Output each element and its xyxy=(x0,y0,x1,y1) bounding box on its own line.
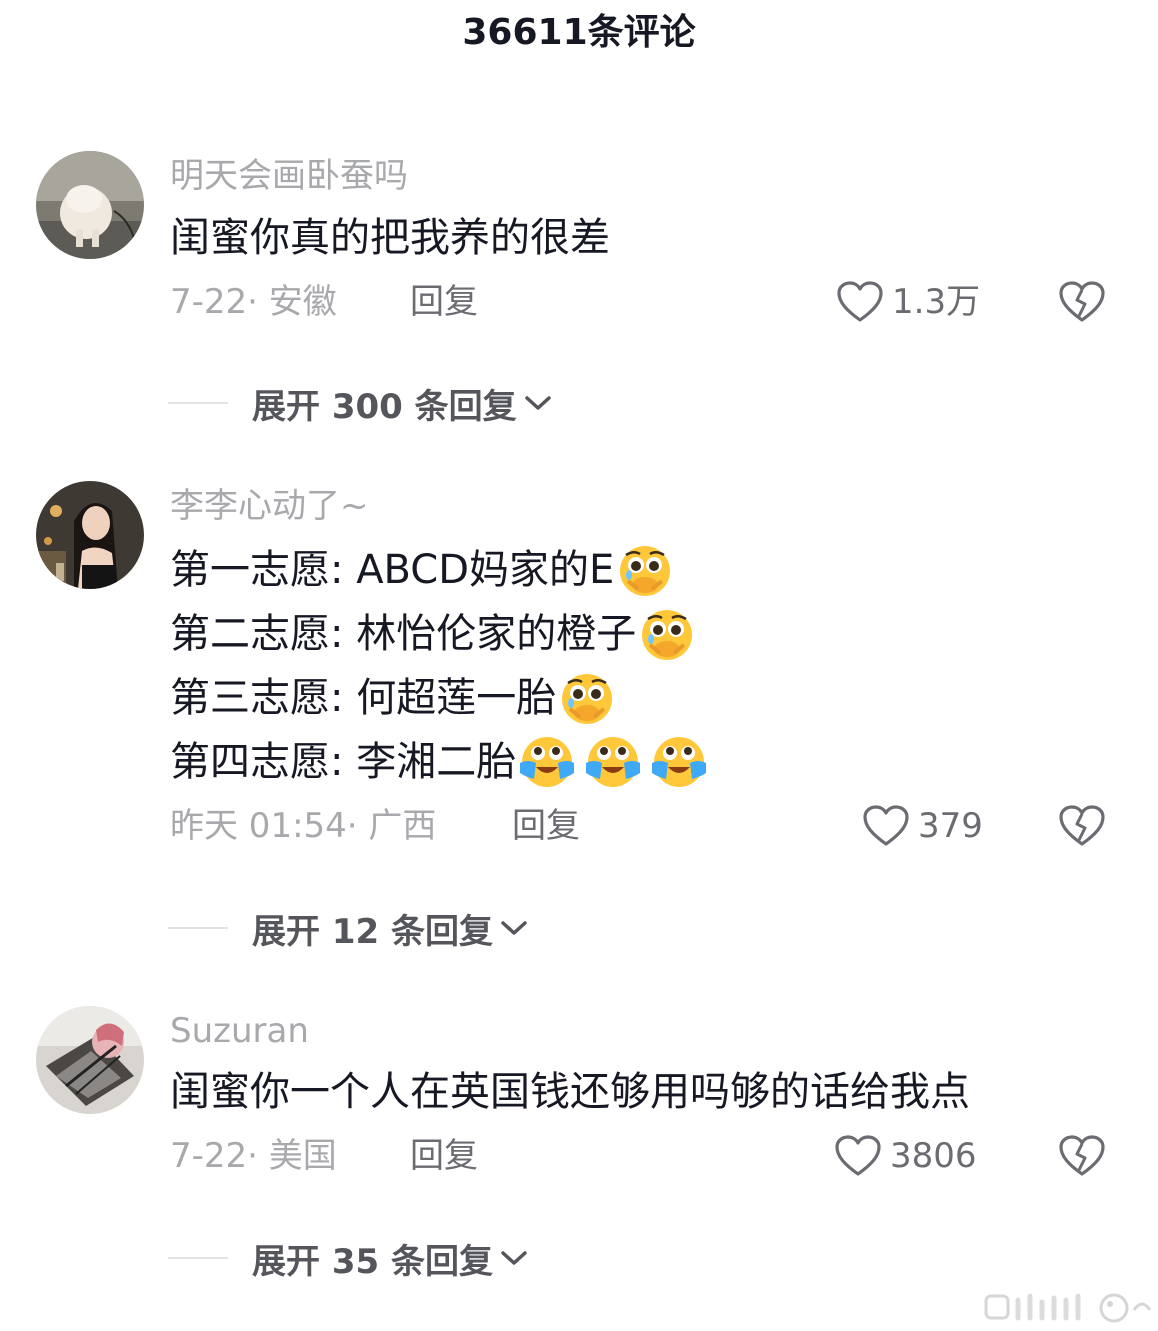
reply-button[interactable]: 回复 xyxy=(410,280,478,324)
heart-outline-icon xyxy=(835,1135,881,1176)
avatar[interactable] xyxy=(36,481,144,589)
comment-meta: 昨天 01:54· 广西 xyxy=(170,806,437,846)
comment-line: 闺蜜你一个人在英国钱还够用吗够的话给我点 xyxy=(170,1069,970,1115)
loudly-crying-face-emoji xyxy=(518,733,576,791)
expand-replies-button[interactable]: 展开 300 条回复 xyxy=(168,381,553,427)
broken-heart-icon xyxy=(1059,1135,1105,1176)
broken-heart-icon xyxy=(1059,805,1105,846)
loudly-crying-face-emoji xyxy=(584,733,642,791)
comments-header: 36611条评论 xyxy=(0,0,1158,70)
expand-replies-button[interactable]: 展开 12 条回复 xyxy=(168,906,529,952)
like-button[interactable]: 379 xyxy=(862,804,983,848)
chevron-down-icon xyxy=(501,921,527,935)
comment-meta: 7-22· 美国 xyxy=(170,1136,337,1176)
expand-replies-label: 展开 300 条回复 xyxy=(252,386,517,427)
expand-replies-button[interactable]: 展开 35 条回复 xyxy=(168,1236,529,1282)
comment-line: 闺蜜你真的把我养的很差 xyxy=(170,215,610,261)
comment-text: 闺蜜你真的把我养的很差 xyxy=(170,206,610,270)
like-button[interactable]: 1.3万 xyxy=(836,280,980,324)
loudly-crying-face-emoji xyxy=(650,733,708,791)
dislike-button[interactable] xyxy=(1058,1134,1106,1178)
heart-outline-icon xyxy=(863,805,909,846)
comment-line: 第一志愿: ABCD妈家的E xyxy=(170,547,615,593)
comment-line: 第二志愿: 林怡伦家的橙子 xyxy=(170,611,637,657)
reply-button[interactable]: 回复 xyxy=(512,804,580,848)
comment-line: 第四志愿: 李湘二胎 xyxy=(170,739,517,785)
divider xyxy=(168,927,228,929)
like-count: 3806 xyxy=(890,1136,977,1176)
dislike-button[interactable] xyxy=(1058,804,1106,848)
like-count: 1.3万 xyxy=(892,282,981,322)
comment-count-title: 36611条评论 xyxy=(462,12,696,53)
username[interactable]: Suzuran xyxy=(170,1011,309,1051)
expand-replies-label: 展开 12 条回复 xyxy=(252,911,493,952)
username[interactable]: 明天会画卧蚕吗 xyxy=(170,156,408,196)
expand-replies-label: 展开 35 条回复 xyxy=(252,1241,493,1282)
comment-text: 第一志愿: ABCD妈家的E 第二志愿: 林怡伦家的橙子 第三志愿: 何超莲一胎… xyxy=(170,538,708,794)
divider xyxy=(168,1257,228,1259)
avatar[interactable] xyxy=(36,151,144,259)
dislike-button[interactable] xyxy=(1058,280,1106,324)
like-button[interactable]: 3806 xyxy=(834,1134,977,1178)
chevron-down-icon xyxy=(524,396,551,410)
comment-meta: 7-22· 安徽 xyxy=(170,282,337,322)
like-count: 379 xyxy=(918,806,983,846)
pleading-face-emoji xyxy=(638,605,696,663)
broken-heart-icon xyxy=(1059,281,1105,322)
chevron-down-icon xyxy=(501,1251,527,1265)
comment-text: 闺蜜你一个人在英国钱还够用吗够的话给我点 xyxy=(170,1060,970,1124)
avatar[interactable] xyxy=(36,1006,144,1114)
heart-outline-icon xyxy=(837,281,883,322)
divider xyxy=(168,402,228,404)
pleading-face-emoji xyxy=(616,541,674,599)
pleading-face-emoji xyxy=(558,669,616,727)
reply-button[interactable]: 回复 xyxy=(410,1134,478,1178)
watermark-logo xyxy=(984,1290,1154,1324)
comment-line: 第三志愿: 何超莲一胎 xyxy=(170,675,557,721)
username[interactable]: 李李心动了~ xyxy=(170,486,369,526)
